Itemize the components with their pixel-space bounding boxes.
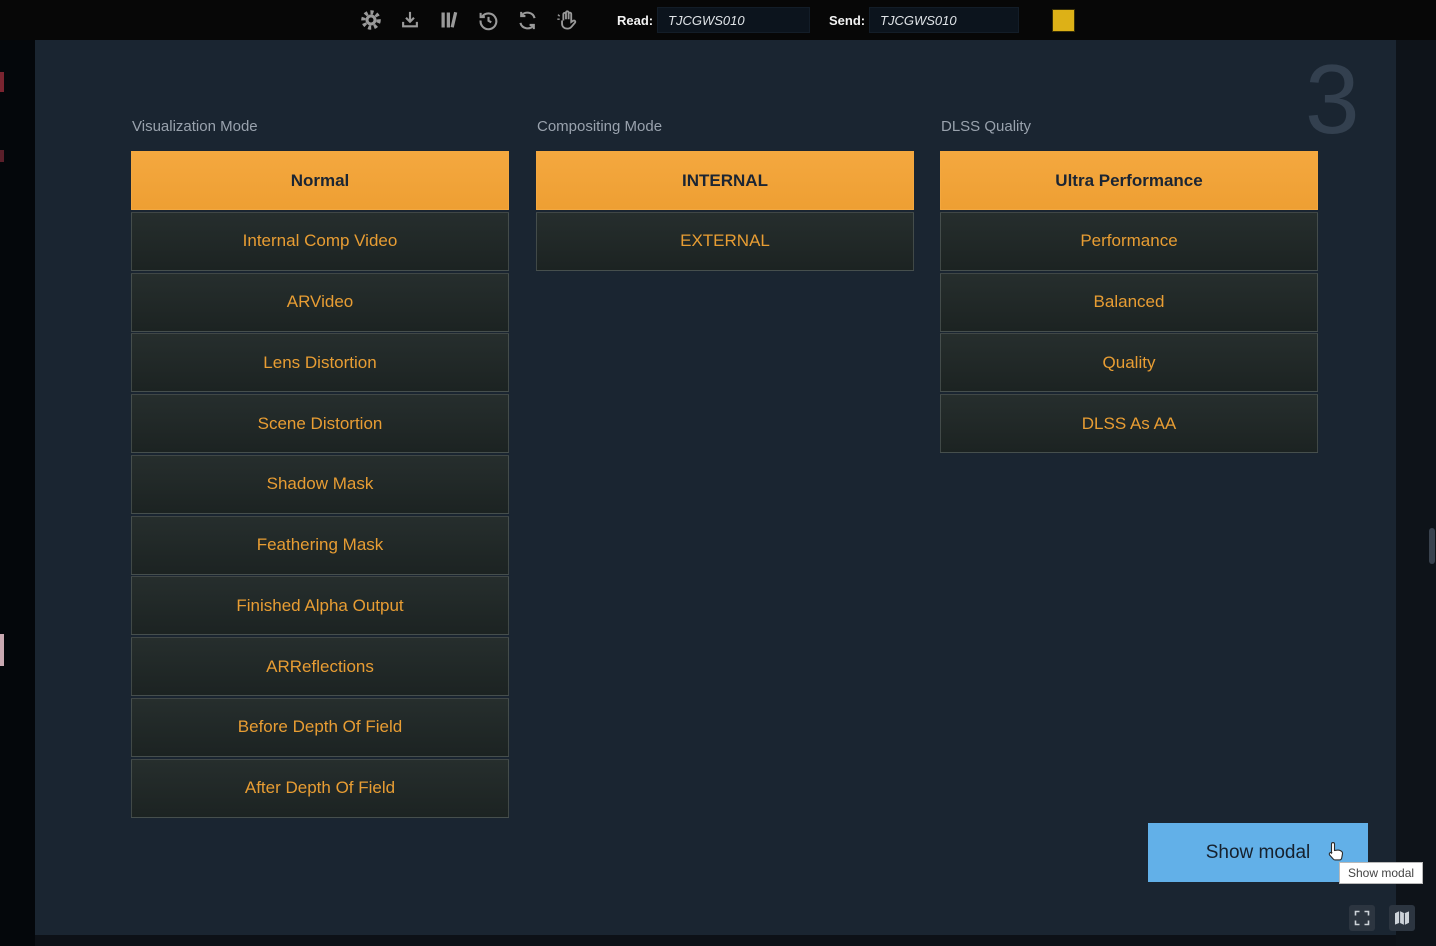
sync-icon[interactable] [514,7,540,33]
fit-to-screen-icon[interactable] [1349,905,1375,931]
right-edge-strip [1396,40,1436,946]
app-window: Read: TJCGWS010 Send: TJCGWS010 3 Visual… [0,0,1436,946]
show-modal-tooltip: Show modal [1339,862,1423,884]
option-internal[interactable]: INTERNAL [536,151,914,210]
option-arreflections[interactable]: ARReflections [131,637,509,696]
option-after-depth-of-field[interactable]: After Depth Of Field [131,759,509,818]
option-finished-alpha-output[interactable]: Finished Alpha Output [131,576,509,635]
column-title: Visualization Mode [132,118,509,135]
download-icon[interactable] [397,7,423,33]
column-title: Compositing Mode [537,118,914,135]
left-edge-strip [0,40,35,946]
compositing-mode-column: Compositing Mode INTERNALEXTERNAL [536,118,914,271]
option-internal-comp-video[interactable]: Internal Comp Video [131,212,509,271]
toolbar-icon-group [358,0,579,40]
option-list: NormalInternal Comp VideoARVideoLens Dis… [131,151,509,818]
option-before-depth-of-field[interactable]: Before Depth Of Field [131,698,509,757]
send-label: Send: [829,0,865,40]
visualization-mode-column: Visualization Mode NormalInternal Comp V… [131,118,509,818]
top-toolbar: Read: TJCGWS010 Send: TJCGWS010 [0,0,1436,40]
option-ultra-performance[interactable]: Ultra Performance [940,151,1318,210]
edge-mark [0,150,4,162]
option-scene-distortion[interactable]: Scene Distortion [131,394,509,453]
option-shadow-mask[interactable]: Shadow Mask [131,455,509,514]
column-title: DLSS Quality [941,118,1318,135]
option-normal[interactable]: Normal [131,151,509,210]
scrollbar-thumb[interactable] [1429,528,1435,564]
option-balanced[interactable]: Balanced [940,273,1318,332]
option-performance[interactable]: Performance [940,212,1318,271]
option-arvideo[interactable]: ARVideo [131,273,509,332]
library-icon[interactable] [436,7,462,33]
send-input[interactable]: TJCGWS010 [869,7,1019,33]
read-input[interactable]: TJCGWS010 [657,7,810,33]
read-label: Read: [617,0,653,40]
edge-mark [0,634,4,666]
option-dlss-as-aa[interactable]: DLSS As AA [940,394,1318,453]
settings-gear-icon[interactable] [358,7,384,33]
option-lens-distortion[interactable]: Lens Distortion [131,333,509,392]
color-swatch[interactable] [1052,9,1075,32]
option-list: Ultra PerformancePerformanceBalancedQual… [940,151,1318,453]
pan-hand-icon[interactable] [553,7,579,33]
option-external[interactable]: EXTERNAL [536,212,914,271]
option-quality[interactable]: Quality [940,333,1318,392]
show-modal-button[interactable]: Show modal [1148,823,1368,882]
map-icon[interactable] [1389,905,1415,931]
dlss-quality-column: DLSS Quality Ultra PerformancePerformanc… [940,118,1318,453]
history-icon[interactable] [475,7,501,33]
option-list: INTERNALEXTERNAL [536,151,914,271]
option-feathering-mask[interactable]: Feathering Mask [131,516,509,575]
edge-mark [0,72,4,92]
